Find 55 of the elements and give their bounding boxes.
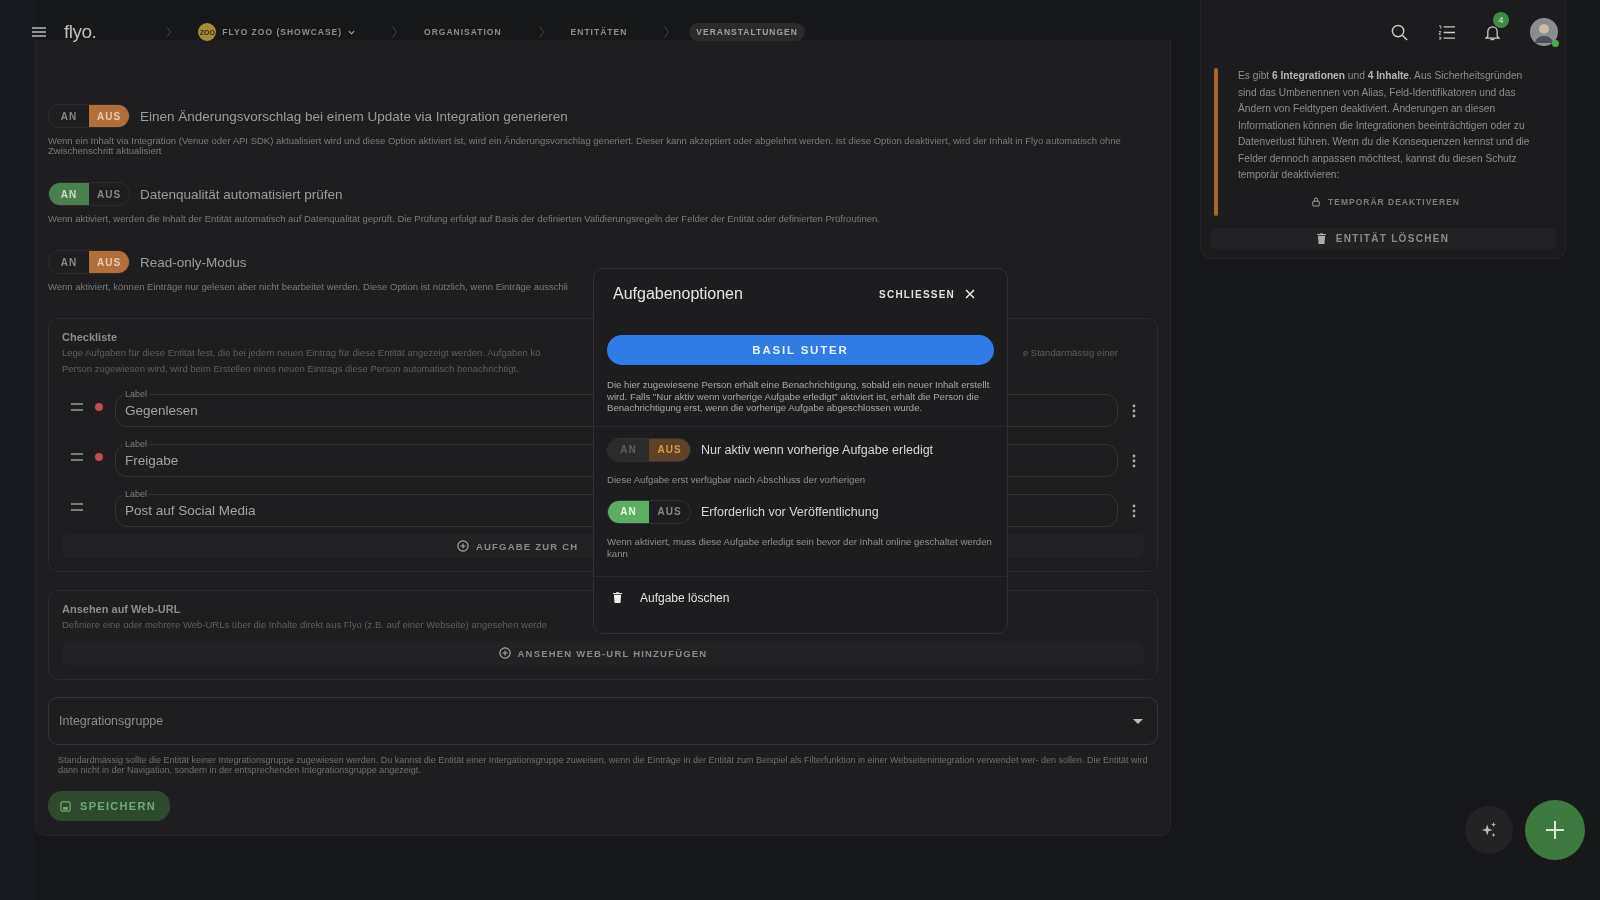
dialog-info-text: Die hier zugewiesene Person erhält eine Benachrichtigung, sobald ein neuer Inhalt erstellt wird. Falls "Nur aktiv wenn vorherige Aufgabe erledigt" aktiviert ist, erhält die Person die Benachrichtigung erst, wenn die vorherige Aufgabe abgeschlossen wurde.: [594, 365, 1007, 427]
plus-circle-icon: [498, 647, 511, 659]
chevron-icon: [166, 26, 172, 38]
section-title: Checkliste: [62, 331, 118, 343]
chevron-icon: [392, 26, 398, 38]
dialog-title: Aufgabenoptionen: [613, 285, 743, 303]
option-label: Nur aktiv wenn vorherige Aufgabe erledigt: [701, 442, 934, 457]
trash-icon: [1316, 233, 1326, 244]
dropdown-caret-icon: [1133, 718, 1143, 724]
drag-handle-icon[interactable]: [71, 453, 83, 461]
more-options-icon[interactable]: [1132, 403, 1136, 418]
chevron-icon: [664, 26, 670, 38]
add-button[interactable]: [1525, 800, 1585, 860]
assignee-button[interactable]: BASIL SUTER: [607, 335, 994, 365]
plus-icon: [1545, 820, 1565, 840]
drag-handle-icon[interactable]: [71, 503, 83, 511]
plus-circle-icon: [457, 540, 469, 552]
sparkle-icon: [1480, 821, 1498, 839]
trash-icon: [613, 592, 622, 603]
integration-group-select[interactable]: Integrationsgruppe: [48, 697, 1158, 745]
numbered-list-icon[interactable]: [1438, 24, 1455, 40]
notification-bell-icon[interactable]: [1485, 23, 1500, 41]
user-avatar[interactable]: [1530, 18, 1558, 46]
ai-sparkle-button[interactable]: [1465, 806, 1513, 854]
chevron-icon: [538, 26, 544, 38]
lock-icon: [1312, 196, 1321, 207]
section-title: Ansehen auf Web-URL: [62, 603, 181, 615]
add-task-button[interactable]: AUFGABE ZUR CH: [457, 534, 579, 558]
save-button[interactable]: SPEICHERN: [48, 791, 170, 821]
option-description: Wenn aktiviert, muss diese Aufgabe erledigt sein bevor der Inhalt online geschaltet werden kann: [607, 535, 993, 560]
breadcrumb-link[interactable]: ORGANISATION: [417, 23, 509, 41]
setting-description: Wenn aktiviert, können Einträge nur gelesen aber nicht bearbeitet werden. Diese Option ist nützlich, wenn Einträge ausschli: [48, 282, 568, 292]
setting-label: Einen Änderungsvorschlag bei einem Update via Integration generieren: [140, 108, 568, 124]
delete-entity-button[interactable]: ENTITÄT LÖSCHEN: [1210, 227, 1556, 250]
online-status-dot: [1552, 40, 1559, 47]
more-options-icon[interactable]: [1132, 503, 1136, 518]
setting-label: Read-only-Modus: [140, 254, 247, 270]
breadcrumb-link[interactable]: ENTITÄTEN: [563, 23, 635, 41]
setting-label: Datenqualität automatisiert prüfen: [140, 186, 343, 202]
setting-description: Wenn aktiviert, werden die Inhalt der Entität automatisch auf Datenqualität geprüft. Die Prüfung erfolgt auf Basis der definierten Validierungsregeln der Felder der Entität oder definierten Prüfroutinen.: [48, 214, 880, 224]
option-label: Erforderlich vor Veröffentlichung: [701, 504, 879, 519]
search-icon[interactable]: [1391, 23, 1408, 41]
integration-notice: Es gibt 6 Integrationen und 4 Inhalte. Aus Sicherheitsgründen sind das Umbenennen von Alias, Feld-Identifikatoren und das Ändern von Feldtypen deaktiviert. Änderungen an diesen Informationen können die Integrationen beeinträchtigen oder zu Datenverlust führen. Wenn du die Konsequenzen kennst und die Felder dennoch anpassen möchtest, kannst du diesen Schutz temporär deaktivieren:: [1238, 69, 1531, 182]
more-options-icon[interactable]: [1132, 453, 1136, 468]
close-icon: [965, 289, 975, 299]
delete-task-button[interactable]: Aufgabe löschen: [594, 576, 730, 605]
setting-description: Wenn ein Inhalt via Integration (Venue oder API SDK) aktualisiert wird und diese Option aktiviert ist, wird ein Änderungsvorschlag generiert. Dieser kann akzeptiert oder abgelehnt werden. Ist diese Option deaktiviert, wird der Inhalt in Flyo automatisch ohne Zwischenschritt aktualisiert: [48, 136, 1122, 156]
close-button[interactable]: SCHLIESSEN: [873, 287, 981, 301]
logo[interactable]: flyo.: [64, 21, 97, 43]
menu-icon[interactable]: [32, 27, 46, 37]
add-web-url-button[interactable]: ANSEHEN WEB-URL HINZUFÜGEN: [62, 641, 1144, 665]
unlock-button[interactable]: TEMPORÄR DEAKTIVEREN: [1306, 195, 1466, 208]
drag-handle-icon[interactable]: [71, 403, 83, 411]
breadcrumb-link[interactable]: VERANSTALTUNGEN: [689, 23, 805, 41]
chevron-down-icon: [348, 29, 356, 35]
